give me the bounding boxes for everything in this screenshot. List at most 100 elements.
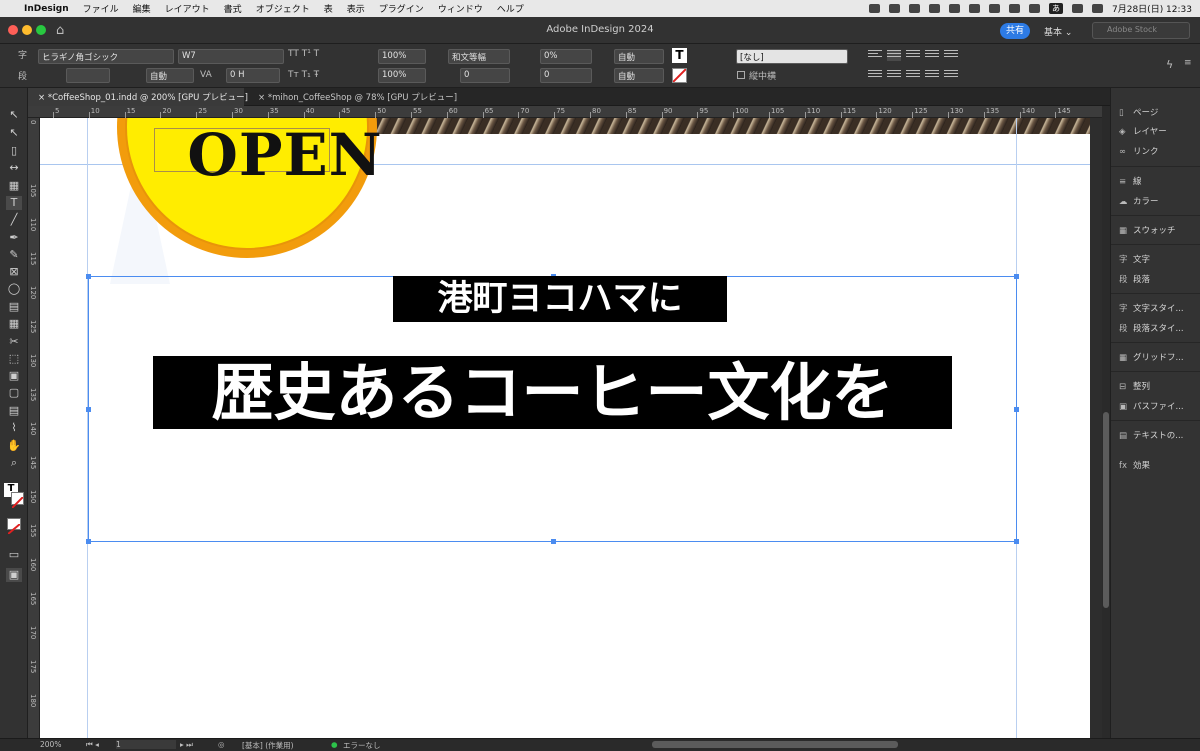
justify-spine-icon[interactable] <box>925 70 939 81</box>
workspace-switcher[interactable]: 基本 ⌄ <box>1044 25 1072 38</box>
close-tab-icon[interactable]: × <box>258 93 268 103</box>
panel-links[interactable]: ∞ リンク <box>1119 145 1159 159</box>
apply-none-icon[interactable] <box>7 518 21 535</box>
font-size-field[interactable] <box>66 68 110 83</box>
grid-count-field[interactable]: 自動 <box>614 68 664 83</box>
control-center-icon[interactable] <box>1072 4 1083 13</box>
menu-object[interactable]: オブジェクト <box>256 2 310 15</box>
vertical-scroll-thumb[interactable] <box>1103 412 1109 608</box>
tab-coffeeshop-01[interactable]: × *CoffeeShop_01.indd @ 200% [GPU プレビュー] <box>28 88 248 106</box>
font-style-field[interactable]: W7 <box>178 49 284 64</box>
menubar-clock[interactable]: 7月28日(日) 12:33 <box>1112 2 1192 15</box>
frame-handle-right[interactable] <box>1014 407 1019 412</box>
selection-tool-icon[interactable]: ↖ <box>6 108 22 122</box>
screen-mode-icon[interactable]: ▣ <box>6 568 22 582</box>
font-family-field[interactable]: ヒラギノ角ゴシック <box>38 49 174 64</box>
sync-icon[interactable] <box>909 4 920 13</box>
menu-plugins[interactable]: プラグイン <box>379 2 424 15</box>
justify-all-icon[interactable] <box>944 50 958 61</box>
all-caps-icon[interactable]: TT T¹ T <box>288 49 319 59</box>
panel-pages[interactable]: ▯ ページ <box>1119 106 1158 120</box>
justify-last-left-icon[interactable] <box>868 70 882 81</box>
align-right-icon[interactable] <box>906 50 920 61</box>
horizontal-scroll-thumb[interactable] <box>652 741 898 748</box>
vertical-ruler[interactable]: 0 105 110 115 120 125 130 135 140 145 150 155 160 165… <box>28 118 40 738</box>
rectangle-frame-tool-icon[interactable]: ⊠ <box>6 265 22 279</box>
input-method-icon[interactable]: あ <box>1049 3 1063 14</box>
preflight-profile[interactable]: [基本] (作業用) <box>242 740 294 751</box>
align-center-icon[interactable] <box>887 50 901 61</box>
app-menu[interactable]: InDesign <box>24 4 69 14</box>
character-mode-icon[interactable]: 字 <box>18 48 27 61</box>
justify-last-right-icon[interactable] <box>906 70 920 81</box>
panel-effects[interactable]: fx 効果 <box>1119 459 1150 473</box>
cloud-icon[interactable] <box>869 4 880 13</box>
document-page[interactable]: OPEN 港町ヨコハマに 歴史あるコーヒー文化を <box>40 118 1090 738</box>
frame-handle-bottom-left[interactable] <box>86 539 91 544</box>
gradient-feather-tool-icon[interactable]: ▢ <box>6 386 22 400</box>
content-collector-icon[interactable]: ▦ <box>6 179 22 193</box>
siri-icon[interactable] <box>1092 4 1103 13</box>
page-tool-icon[interactable]: ▯ <box>6 144 22 158</box>
frame-handle-bottom-right[interactable] <box>1014 539 1019 544</box>
creative-cloud-icon[interactable] <box>889 4 900 13</box>
panel-swatches[interactable]: ▦ スウォッチ <box>1119 224 1176 238</box>
formatting-affects-text-icon[interactable]: ▭ <box>6 548 22 562</box>
panel-character[interactable]: 字文字 <box>1119 253 1150 267</box>
panel-color[interactable]: ☁ カラー <box>1119 195 1159 209</box>
stroke-swatch-icon[interactable] <box>11 492 24 509</box>
mojikumi-field[interactable]: 和文等幅 <box>448 49 510 64</box>
justify-icon[interactable] <box>925 50 939 61</box>
frame-handle-top-right[interactable] <box>1014 274 1019 279</box>
table-tool-icon[interactable]: ▦ <box>6 317 22 331</box>
baseline-shift-field[interactable]: 0 <box>540 68 592 83</box>
zoom-tool-icon[interactable]: ⌕ <box>6 456 22 470</box>
ellipse-tool-icon[interactable]: ◯ <box>6 282 22 296</box>
adobe-stock-search[interactable]: Adobe Stock <box>1092 22 1190 39</box>
document-canvas[interactable]: OPEN 港町ヨコハマに 歴史あるコーヒー文化を <box>40 118 1102 738</box>
coffee-photo-image[interactable] <box>360 118 1090 134</box>
direct-selection-tool-icon[interactable]: ↖ <box>6 126 22 140</box>
frame-handle-left[interactable] <box>86 407 91 412</box>
first-page-icon[interactable]: ⏮ ◂ <box>86 740 99 750</box>
script-icon[interactable] <box>929 4 940 13</box>
open-text-frame[interactable]: OPEN <box>154 121 382 189</box>
type-tool-icon[interactable]: T <box>6 196 22 210</box>
scissors-tool-icon[interactable]: ✂ <box>6 335 22 349</box>
menu-type[interactable]: 書式 <box>224 2 242 15</box>
menu-edit[interactable]: 編集 <box>133 2 151 15</box>
eyedropper-tool-icon[interactable]: ⌇ <box>6 421 22 435</box>
hand-tool-icon[interactable]: ✋ <box>6 439 22 453</box>
panel-character-styles[interactable]: 字文字スタイ... <box>1119 302 1184 316</box>
panel-stroke[interactable]: ≡ 線 <box>1119 175 1142 189</box>
battery-icon[interactable] <box>1009 4 1020 13</box>
volume-icon[interactable] <box>969 4 980 13</box>
menu-file[interactable]: ファイル <box>83 2 119 15</box>
pen-tool-icon[interactable]: ✒ <box>6 231 22 245</box>
wifi-icon[interactable] <box>1029 4 1040 13</box>
panel-layers[interactable]: ◈ レイヤー <box>1119 125 1167 139</box>
vertical-scale-field[interactable]: 100% <box>378 49 426 64</box>
tsume-field[interactable]: 0% <box>540 49 592 64</box>
lightning-icon[interactable]: ϟ <box>1166 58 1173 71</box>
menu-window[interactable]: ウィンドウ <box>438 2 483 15</box>
panel-paragraph-styles[interactable]: 段段落スタイ... <box>1119 322 1184 336</box>
grid-alignment-field[interactable]: 自動 <box>614 49 664 64</box>
menu-view[interactable]: 表示 <box>347 2 365 15</box>
page-number-field[interactable]: 1 <box>116 740 176 749</box>
small-caps-icon[interactable]: Tт T₁ Ŧ <box>288 70 319 80</box>
align-left-icon[interactable] <box>868 50 882 61</box>
frame-handle-bottom[interactable] <box>551 539 556 544</box>
panel-text-wrap[interactable]: ▤ テキストの... <box>1119 429 1183 443</box>
stroke-none-icon[interactable] <box>672 68 687 83</box>
panel-menu-icon[interactable]: ≡ <box>1184 58 1192 68</box>
leading-field[interactable]: 自動 <box>146 68 194 83</box>
vertical-scrollbar[interactable] <box>1102 106 1110 738</box>
horizontal-ruler[interactable]: 5 10 15 20 25 30 35 40 45 50 55 60 65 70 75 80 85 90 95 100… <box>28 106 1102 118</box>
next-page-icon[interactable]: ▸ ⏭ <box>180 740 193 750</box>
bluetooth-icon[interactable] <box>989 4 1000 13</box>
tracking-field[interactable]: 0 H <box>226 68 280 83</box>
frame-handle-top-left[interactable] <box>86 274 91 279</box>
gap-tool-icon[interactable]: ↔ <box>6 161 22 175</box>
headline-line-1[interactable]: 港町ヨコハマに <box>393 276 727 322</box>
